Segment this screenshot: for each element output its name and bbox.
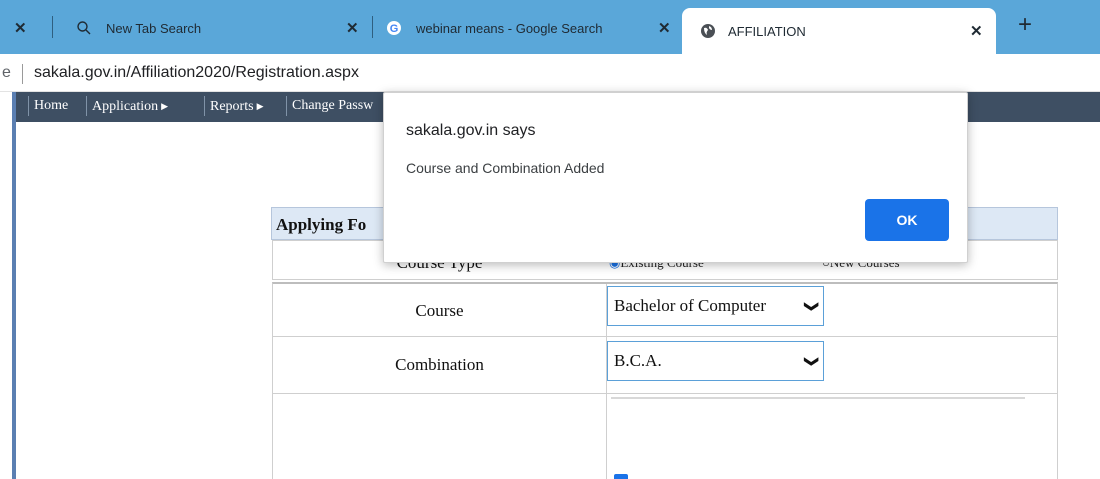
browser-tab-strip: ✕ New Tab Search ✕ G webinar means - Goo…	[0, 0, 1100, 54]
nav-change-password[interactable]: Change Passw	[286, 96, 373, 116]
column-divider	[606, 394, 607, 479]
new-tab-plus-icon[interactable]: +	[1011, 12, 1039, 40]
tab-title: New Tab Search	[106, 20, 202, 36]
inner-divider	[611, 397, 1025, 399]
close-icon[interactable]: ✕	[346, 19, 359, 37]
course-label: Course	[415, 301, 464, 320]
globe-icon	[701, 24, 715, 38]
form-header-title: Applying Fo	[276, 215, 367, 234]
combination-label: Combination	[395, 355, 484, 374]
checkbox-checked[interactable]	[614, 474, 628, 479]
close-icon[interactable]: ✕	[14, 19, 27, 37]
tab-separator	[372, 16, 373, 38]
url-text[interactable]: sakala.gov.in/Affiliation2020/Registrati…	[34, 64, 359, 82]
omnibox-prefix: e	[2, 64, 11, 81]
course-row: Course Bachelor of Computer ❯	[272, 282, 1058, 337]
close-icon[interactable]: ✕	[970, 22, 983, 40]
search-icon	[77, 21, 91, 35]
course-select-value: Bachelor of Computer	[614, 296, 767, 315]
chevron-down-icon: ❯	[803, 355, 819, 368]
tab-affiliation[interactable]: AFFILIATION ✕	[682, 8, 996, 54]
combination-row: Combination B.C.A. ❯	[272, 337, 1058, 394]
combination-select-value: B.C.A.	[614, 351, 662, 370]
caret-right-icon: ▶	[161, 101, 169, 111]
tab-close-partial[interactable]: ✕	[14, 8, 27, 48]
tab-title: AFFILIATION	[728, 23, 806, 39]
ok-button[interactable]: OK	[865, 199, 949, 241]
options-row	[272, 394, 1058, 479]
tab-new-tab-search[interactable]: New Tab Search ✕	[76, 8, 366, 48]
close-icon[interactable]: ✕	[658, 19, 671, 37]
tab-separator	[52, 16, 53, 38]
alert-dialog: sakala.gov.in says Course and Combinatio…	[383, 92, 968, 263]
tab-title: webinar means - Google Search	[416, 20, 603, 36]
dialog-title: sakala.gov.in says	[406, 122, 536, 139]
address-bar: e sakala.gov.in/Affiliation2020/Registra…	[0, 54, 1100, 92]
page-left-border	[12, 92, 16, 479]
chevron-down-icon: ❯	[803, 300, 819, 313]
omnibox-separator	[22, 64, 23, 84]
nav-home[interactable]: Home	[28, 96, 68, 116]
dialog-message: Course and Combination Added	[406, 160, 605, 176]
tab-google-search[interactable]: G webinar means - Google Search ✕	[386, 8, 686, 48]
google-icon: G	[387, 21, 401, 35]
combination-select[interactable]: B.C.A. ❯	[607, 341, 824, 381]
svg-text:G: G	[390, 23, 399, 35]
course-select[interactable]: Bachelor of Computer ❯	[607, 286, 824, 326]
nav-application[interactable]: Application ▶	[86, 96, 168, 116]
nav-reports[interactable]: Reports ▶	[204, 96, 263, 116]
caret-right-icon: ▶	[256, 101, 264, 111]
